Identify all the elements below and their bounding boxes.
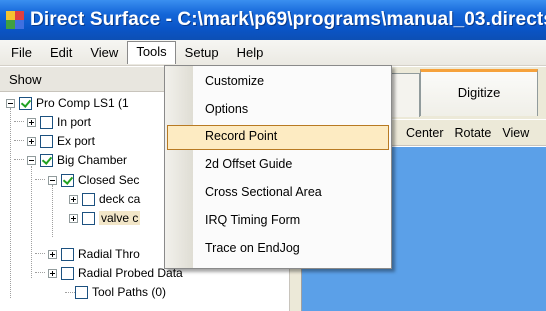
menu-view[interactable]: View	[81, 42, 127, 64]
checkbox-unchecked[interactable]	[40, 134, 53, 148]
collapse-icon[interactable]	[27, 155, 36, 165]
checkbox-checked[interactable]	[19, 96, 32, 110]
checkbox-unchecked[interactable]	[61, 266, 74, 280]
tree-item-in-port[interactable]: In port	[27, 113, 91, 131]
tree-item-label: Radial Thro	[78, 247, 140, 261]
checkbox-checked[interactable]	[40, 153, 53, 167]
checkbox-unchecked[interactable]	[40, 115, 53, 129]
menu-item-customize[interactable]: Customize	[167, 70, 389, 95]
menu-edit[interactable]: Edit	[41, 42, 81, 64]
expand-icon[interactable]	[27, 136, 36, 146]
menu-help[interactable]: Help	[228, 42, 273, 64]
tree-item-big-chamber[interactable]: Big Chamber	[27, 151, 127, 169]
expand-icon[interactable]	[48, 249, 57, 259]
checkbox-unchecked[interactable]	[82, 211, 95, 225]
view-button[interactable]: View	[502, 126, 529, 140]
checkbox-unchecked[interactable]	[61, 247, 74, 261]
tree-item-radial-thro[interactable]: Radial Thro	[48, 245, 140, 263]
menu-item-irq-timing-form[interactable]: IRQ Timing Form	[167, 209, 389, 234]
menu-item-trace-on-endjog[interactable]: Trace on EndJog	[167, 237, 389, 262]
tree-item-deck-ca[interactable]: deck ca	[69, 190, 140, 208]
menu-bar: File Edit View Tools Setup Help	[0, 40, 546, 66]
tree-item-ex-port[interactable]: Ex port	[27, 132, 95, 150]
checkbox-unchecked[interactable]	[75, 285, 88, 299]
tree-item-label: In port	[57, 115, 92, 129]
tree-item-label: deck ca	[99, 192, 141, 206]
tree-item-label: Tool Paths (0)	[92, 285, 167, 299]
collapse-icon[interactable]	[48, 175, 57, 185]
collapse-icon[interactable]	[6, 98, 15, 108]
expand-icon[interactable]	[69, 194, 78, 204]
center-button[interactable]: Center	[406, 126, 444, 140]
menu-item-options[interactable]: Options	[167, 98, 389, 123]
tools-dropdown-menu: Customize Options Record Point 2d Offset…	[164, 65, 392, 269]
app-icon[interactable]	[6, 11, 24, 29]
tree-item-tool-paths[interactable]: Tool Paths (0)	[61, 283, 166, 301]
expand-icon[interactable]	[27, 117, 36, 127]
checkbox-checked[interactable]	[61, 173, 74, 187]
tree-item-valve-c[interactable]: valve c	[69, 209, 141, 227]
tree-item-closed-sec[interactable]: Closed Sec	[48, 171, 139, 189]
rotate-button[interactable]: Rotate	[455, 126, 492, 140]
tree-item-label: Closed Sec	[78, 173, 140, 187]
tree-item-pro-comp[interactable]: Pro Comp LS1 (1	[6, 94, 129, 112]
menu-tools[interactable]: Tools	[127, 41, 176, 64]
tree-item-label: Big Chamber	[57, 153, 128, 167]
checkbox-unchecked[interactable]	[82, 192, 95, 206]
tree-item-radial-probed-data[interactable]: Radial Probed Data	[48, 264, 183, 282]
menu-setup[interactable]: Setup	[176, 42, 228, 64]
tab-digitize[interactable]: Digitize	[420, 69, 538, 116]
menu-item-2d-offset-guide[interactable]: 2d Offset Guide	[167, 153, 389, 178]
title-bar: Direct Surface - C:\mark\p69\programs\ma…	[0, 0, 546, 40]
show-label[interactable]: Show	[9, 72, 42, 87]
menu-item-record-point[interactable]: Record Point	[167, 125, 389, 150]
tree-item-label: valve c	[99, 211, 141, 225]
menu-item-cross-sectional-area[interactable]: Cross Sectional Area	[167, 181, 389, 206]
menu-file[interactable]: File	[2, 42, 41, 64]
tree-item-label: Pro Comp LS1 (1	[36, 96, 129, 110]
expand-icon[interactable]	[69, 213, 78, 223]
expand-icon[interactable]	[48, 268, 57, 278]
window-title: Direct Surface - C:\mark\p69\programs\ma…	[30, 9, 546, 30]
tree-item-label: Ex port	[57, 134, 96, 148]
